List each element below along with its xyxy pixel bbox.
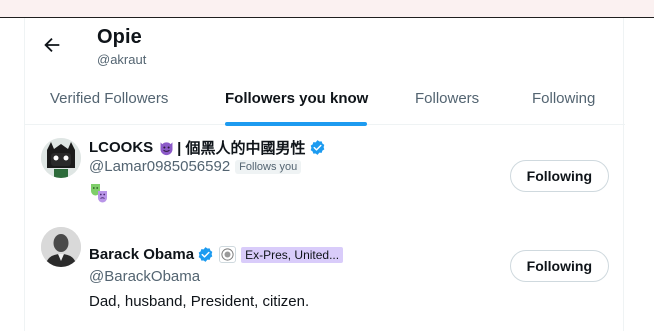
follower-tabs: Verified Followers Followers you know Fo… — [25, 79, 625, 126]
following-button[interactable]: Following — [509, 250, 609, 282]
profile-name: Opie — [97, 26, 142, 48]
smiling-imp-icon — [158, 139, 175, 156]
browser-top-strip — [0, 0, 654, 18]
user-handle: @BarackObama — [89, 268, 201, 285]
avatar[interactable] — [41, 227, 81, 267]
user-name[interactable]: LCOOKS — [89, 139, 153, 156]
user-handle-line: @Lamar0985056592 Follows you — [89, 158, 302, 175]
tab-followers-you-know[interactable]: Followers you know — [225, 79, 368, 125]
affiliation-label[interactable]: Ex-Pres, United... — [241, 246, 344, 263]
following-button[interactable]: Following — [509, 160, 609, 192]
user-handle: @Lamar0985056592 — [89, 158, 231, 175]
follows-you-badge: Follows you — [235, 159, 302, 174]
back-arrow-icon[interactable] — [41, 34, 63, 56]
user-bio: Dad, husband, President, citizen. — [89, 293, 310, 310]
tab-following[interactable]: Following — [532, 79, 595, 125]
avatar[interactable] — [41, 138, 81, 178]
followers-panel: Opie @akraut Verified Followers Follower… — [24, 18, 625, 331]
verified-badge-icon[interactable] — [197, 246, 214, 263]
user-name-line: LCOOKS | 個黑人的中國男性 — [89, 137, 326, 158]
tab-followers[interactable]: Followers — [415, 79, 479, 125]
bio-emoji-group — [89, 182, 115, 204]
tab-verified-followers[interactable]: Verified Followers — [50, 79, 168, 125]
verified-badge-icon[interactable] — [309, 139, 326, 156]
affiliation-seal-icon[interactable] — [219, 246, 237, 263]
profile-header: Opie @akraut — [25, 18, 625, 73]
user-handle-line: @BarackObama — [89, 268, 200, 285]
user-row[interactable]: LCOOKS | 個黑人的中國男性 @Lamar0985056592 Follo… — [25, 126, 625, 216]
user-row[interactable]: Barack Obama Ex-Pres, United... @BarackO… — [25, 216, 625, 326]
theater-masks-icon — [91, 184, 107, 203]
user-name[interactable]: Barack Obama — [89, 246, 194, 263]
user-name-suffix: | 個黑人的中國男性 — [177, 140, 306, 157]
profile-handle: @akraut — [97, 52, 147, 67]
user-name-line: Barack Obama Ex-Pres, United... — [89, 246, 344, 263]
